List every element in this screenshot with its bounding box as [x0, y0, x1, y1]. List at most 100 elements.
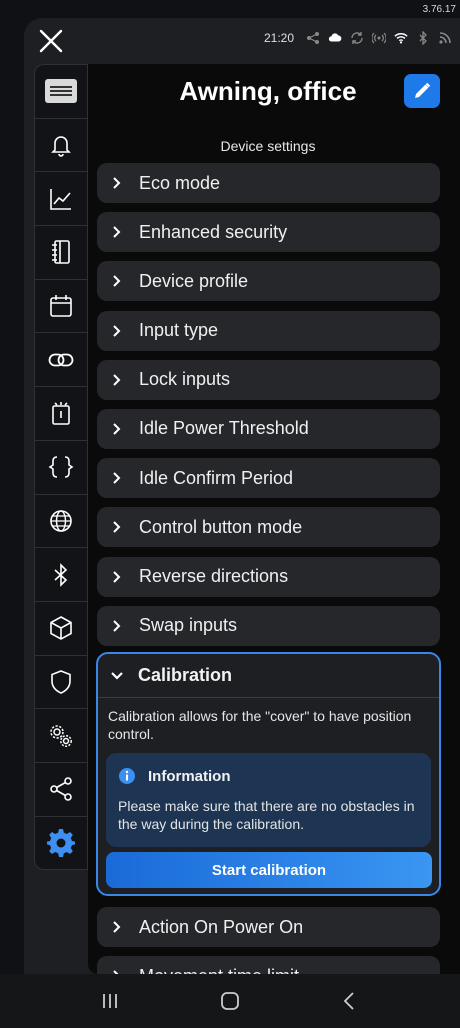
sidebar-item-notifications[interactable] — [35, 119, 87, 173]
shield-icon — [51, 670, 71, 694]
bluetooth-icon — [54, 562, 68, 587]
recent-apps-icon[interactable] — [99, 990, 121, 1012]
cube-icon — [50, 616, 72, 641]
status-bar: 21:20 — [264, 31, 452, 45]
setting-row-action-on-power-on[interactable]: Action On Power On — [97, 907, 440, 947]
back-icon[interactable] — [339, 990, 361, 1012]
main-content: Awning, office Device settings Eco mode … — [88, 64, 460, 974]
info-text: Please make sure that there are no obsta… — [118, 798, 415, 832]
timer-icon — [52, 402, 70, 426]
cloud-icon — [328, 33, 342, 42]
setting-label: Idle Confirm Period — [139, 467, 294, 488]
gears-icon — [50, 724, 72, 747]
panel-top-bar: 21:20 — [24, 18, 460, 64]
calibration-panel: Calibration Calibration allows for the "… — [96, 652, 441, 896]
settings-list: Eco mode Enhanced security Device profil… — [97, 163, 440, 655]
setting-label: Enhanced security — [139, 221, 288, 242]
setting-row-idle-power-threshold[interactable]: Idle Power Threshold — [97, 408, 440, 449]
notebook-icon — [52, 240, 70, 265]
link-icon — [48, 353, 74, 367]
sidebar-item-statistics[interactable] — [35, 172, 87, 227]
chevron-right-icon — [113, 324, 121, 337]
sidebar — [34, 64, 88, 870]
calibration-title: Calibration — [138, 665, 233, 685]
broadcast-icon — [372, 32, 386, 44]
pencil-icon — [415, 82, 431, 98]
chevron-right-icon — [113, 570, 121, 583]
wifi-icon — [394, 33, 408, 44]
status-time: 21:20 — [263, 31, 294, 45]
sync-icon — [351, 32, 363, 44]
setting-row-lock-inputs[interactable]: Lock inputs — [97, 359, 440, 400]
braces-icon — [48, 456, 74, 478]
sidebar-item-network[interactable] — [35, 495, 87, 549]
setting-row-enhanced-security[interactable]: Enhanced security — [97, 212, 440, 253]
setting-label: Lock inputs — [139, 369, 231, 390]
share-status-icon — [307, 32, 319, 44]
sidebar-item-bluetooth[interactable] — [35, 548, 87, 602]
setting-row-eco-mode[interactable]: Eco mode — [97, 163, 440, 203]
info-icon — [119, 768, 135, 784]
sidebar-item-advanced[interactable] — [35, 709, 87, 763]
setting-label: Eco mode — [139, 172, 221, 193]
setting-row-swap-inputs[interactable]: Swap inputs — [97, 605, 440, 646]
calibration-header[interactable]: Calibration — [98, 654, 439, 698]
sidebar-item-scripts[interactable] — [35, 441, 87, 495]
chevron-right-icon — [113, 521, 121, 534]
setting-row-input-type[interactable]: Input type — [97, 310, 440, 351]
app-version: 3.76.17 — [422, 4, 456, 15]
calibration-description: Calibration allows for the "cover" to ha… — [108, 708, 412, 742]
setting-row-device-profile[interactable]: Device profile — [97, 261, 440, 302]
sidebar-item-timers[interactable] — [35, 387, 87, 441]
close-button[interactable] — [36, 26, 66, 56]
sidebar-item-actions[interactable] — [35, 333, 87, 388]
setting-row-movement-time-limit[interactable]: Movement time limit — [97, 956, 440, 974]
chevron-right-icon — [113, 226, 121, 238]
chevron-right-icon — [113, 374, 121, 386]
chevron-right-icon — [113, 921, 121, 933]
chevron-right-icon — [113, 472, 121, 484]
start-calibration-button[interactable]: Start calibration — [106, 852, 432, 888]
bluetooth-status-icon — [419, 31, 427, 45]
device-panel: 21:20 Awning, office Device settings Eco… — [24, 18, 460, 974]
chevron-right-icon — [113, 275, 121, 288]
rss-icon — [439, 32, 451, 44]
setting-label: Control button mode — [139, 516, 303, 537]
share-icon — [50, 777, 72, 802]
setting-label: Reverse directions — [139, 566, 289, 586]
setting-label: Input type — [139, 320, 219, 341]
setting-row-control-button-mode[interactable]: Control button mode — [97, 507, 440, 548]
setting-label: Movement time limit — [139, 966, 299, 975]
setting-label: Action On Power On — [139, 916, 304, 937]
sidebar-item-schedules[interactable] — [35, 280, 87, 334]
chart-icon — [50, 188, 71, 210]
sidebar-item-device[interactable] — [35, 65, 87, 119]
chevron-right-icon — [113, 177, 121, 189]
setting-row-idle-confirm-period[interactable]: Idle Confirm Period — [97, 458, 440, 499]
info-box: Information Please make sure that there … — [106, 753, 431, 847]
home-icon[interactable] — [219, 990, 241, 1012]
setting-row-reverse-directions[interactable]: Reverse directions — [97, 556, 440, 597]
globe-icon — [50, 510, 72, 532]
setting-label: Idle Power Threshold — [139, 418, 309, 439]
sidebar-item-settings[interactable] — [35, 817, 87, 871]
page-title: Awning, office — [179, 76, 357, 106]
close-icon — [39, 29, 63, 53]
info-title: Information — [148, 767, 231, 785]
calendar-icon — [50, 295, 72, 317]
sidebar-item-modules[interactable] — [35, 602, 87, 656]
setting-label: Swap inputs — [139, 615, 238, 636]
sidebar-item-logs[interactable] — [35, 226, 87, 280]
sidebar-item-sharing[interactable] — [35, 763, 87, 817]
sidebar-item-security[interactable] — [35, 656, 87, 710]
setting-label: Device profile — [139, 270, 249, 291]
chevron-down-icon — [111, 671, 123, 680]
settings-gear-icon — [47, 829, 75, 858]
edit-button[interactable] — [404, 74, 440, 108]
device-logo-icon — [45, 79, 77, 104]
chevron-right-icon — [113, 423, 121, 435]
bell-icon — [51, 136, 71, 157]
chevron-right-icon — [113, 619, 121, 632]
page-subtitle: Device settings — [220, 138, 316, 154]
android-nav-bar — [0, 974, 460, 1028]
